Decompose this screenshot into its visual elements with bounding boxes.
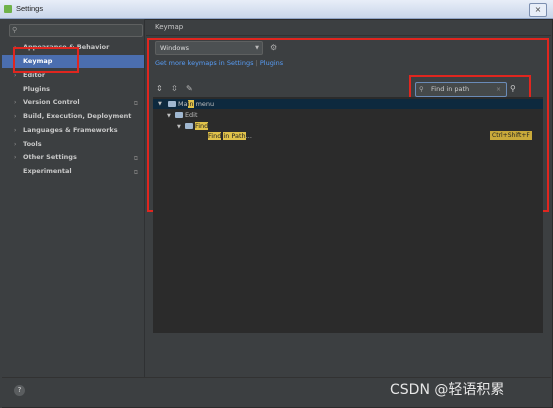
- page-title: Keymap: [155, 23, 184, 31]
- sidebar-item-appearance[interactable]: › Appearance & Behavior: [2, 41, 144, 54]
- tree-row-edit[interactable]: ▼ Edit: [167, 110, 198, 120]
- tree-row-main-menu[interactable]: ▼ Main menu: [153, 99, 543, 109]
- tree-row-find-in-path[interactable]: Find in Path...: [208, 131, 252, 141]
- sidebar-item-other-settings[interactable]: › Other Settings ⧉: [2, 151, 144, 164]
- find-by-shortcut-icon[interactable]: ⚲: [510, 84, 516, 93]
- chevron-down-icon: ▼: [177, 124, 181, 130]
- help-button[interactable]: ?: [14, 385, 25, 396]
- chevron-down-icon: ▼: [167, 113, 171, 119]
- search-icon: ⚲: [419, 85, 424, 93]
- window-title: Settings: [16, 4, 44, 13]
- search-icon: ⚲: [12, 26, 18, 34]
- chevron-right-icon: ›: [14, 127, 17, 134]
- chevron-right-icon: ›: [14, 154, 17, 161]
- project-scope-icon: ⧉: [133, 100, 138, 107]
- shortcut-badge: Ctrl+Shift+F: [490, 131, 532, 140]
- chevron-right-icon: ›: [14, 72, 17, 79]
- sidebar-item-version-control[interactable]: › Version Control ⧉: [2, 96, 144, 109]
- sidebar-item-plugins[interactable]: Plugins: [2, 83, 144, 96]
- expand-all-icon[interactable]: ⇕: [156, 84, 163, 93]
- link-separator: |: [255, 59, 258, 67]
- folder-icon: [184, 123, 193, 129]
- sidebar-item-keymap[interactable]: Keymap: [2, 55, 144, 68]
- chevron-right-icon: ›: [14, 99, 17, 106]
- chevron-right-icon: ›: [14, 44, 17, 51]
- sidebar-search-input[interactable]: ⚲: [9, 24, 143, 37]
- project-scope-icon: ⧉: [133, 155, 138, 162]
- folder-icon: [168, 101, 176, 107]
- chevron-right-icon: ›: [14, 141, 17, 148]
- gear-icon[interactable]: ⚙: [270, 43, 277, 52]
- clear-icon[interactable]: ×: [496, 83, 501, 96]
- app-icon: [4, 5, 12, 13]
- sidebar-item-editor[interactable]: › Editor: [2, 69, 144, 82]
- plugins-link[interactable]: Plugins: [260, 59, 283, 67]
- keymaps-links: Get more keymaps in Settings | Plugins: [155, 59, 283, 67]
- chevron-down-icon: ▼: [158, 101, 162, 107]
- watermark: CSDN @轻语积累: [390, 382, 505, 398]
- sidebar-item-build[interactable]: › Build, Execution, Deployment: [2, 110, 144, 123]
- title-bar: Settings ×: [0, 0, 553, 19]
- divider: [146, 35, 551, 36]
- sidebar-item-tools[interactable]: › Tools: [2, 138, 144, 151]
- edit-pencil-icon[interactable]: ✎: [186, 84, 193, 93]
- close-button[interactable]: ×: [529, 3, 547, 17]
- sidebar-item-languages[interactable]: › Languages & Frameworks: [2, 124, 144, 137]
- find-action-search-input[interactable]: ⚲ Find in path ×: [415, 82, 507, 97]
- chevron-down-icon: ▼: [255, 45, 259, 51]
- collapse-all-icon[interactable]: ⇳: [171, 84, 178, 93]
- folder-icon: [174, 112, 183, 118]
- keymap-select[interactable]: Windows ▼: [155, 41, 263, 55]
- chevron-right-icon: ›: [14, 113, 17, 120]
- tree-row-find[interactable]: ▼ Find: [177, 121, 209, 131]
- project-scope-icon: ⧉: [133, 169, 138, 176]
- sidebar-item-experimental[interactable]: Experimental ⧉: [2, 165, 144, 178]
- get-keymaps-link[interactable]: Get more keymaps in Settings: [155, 59, 253, 67]
